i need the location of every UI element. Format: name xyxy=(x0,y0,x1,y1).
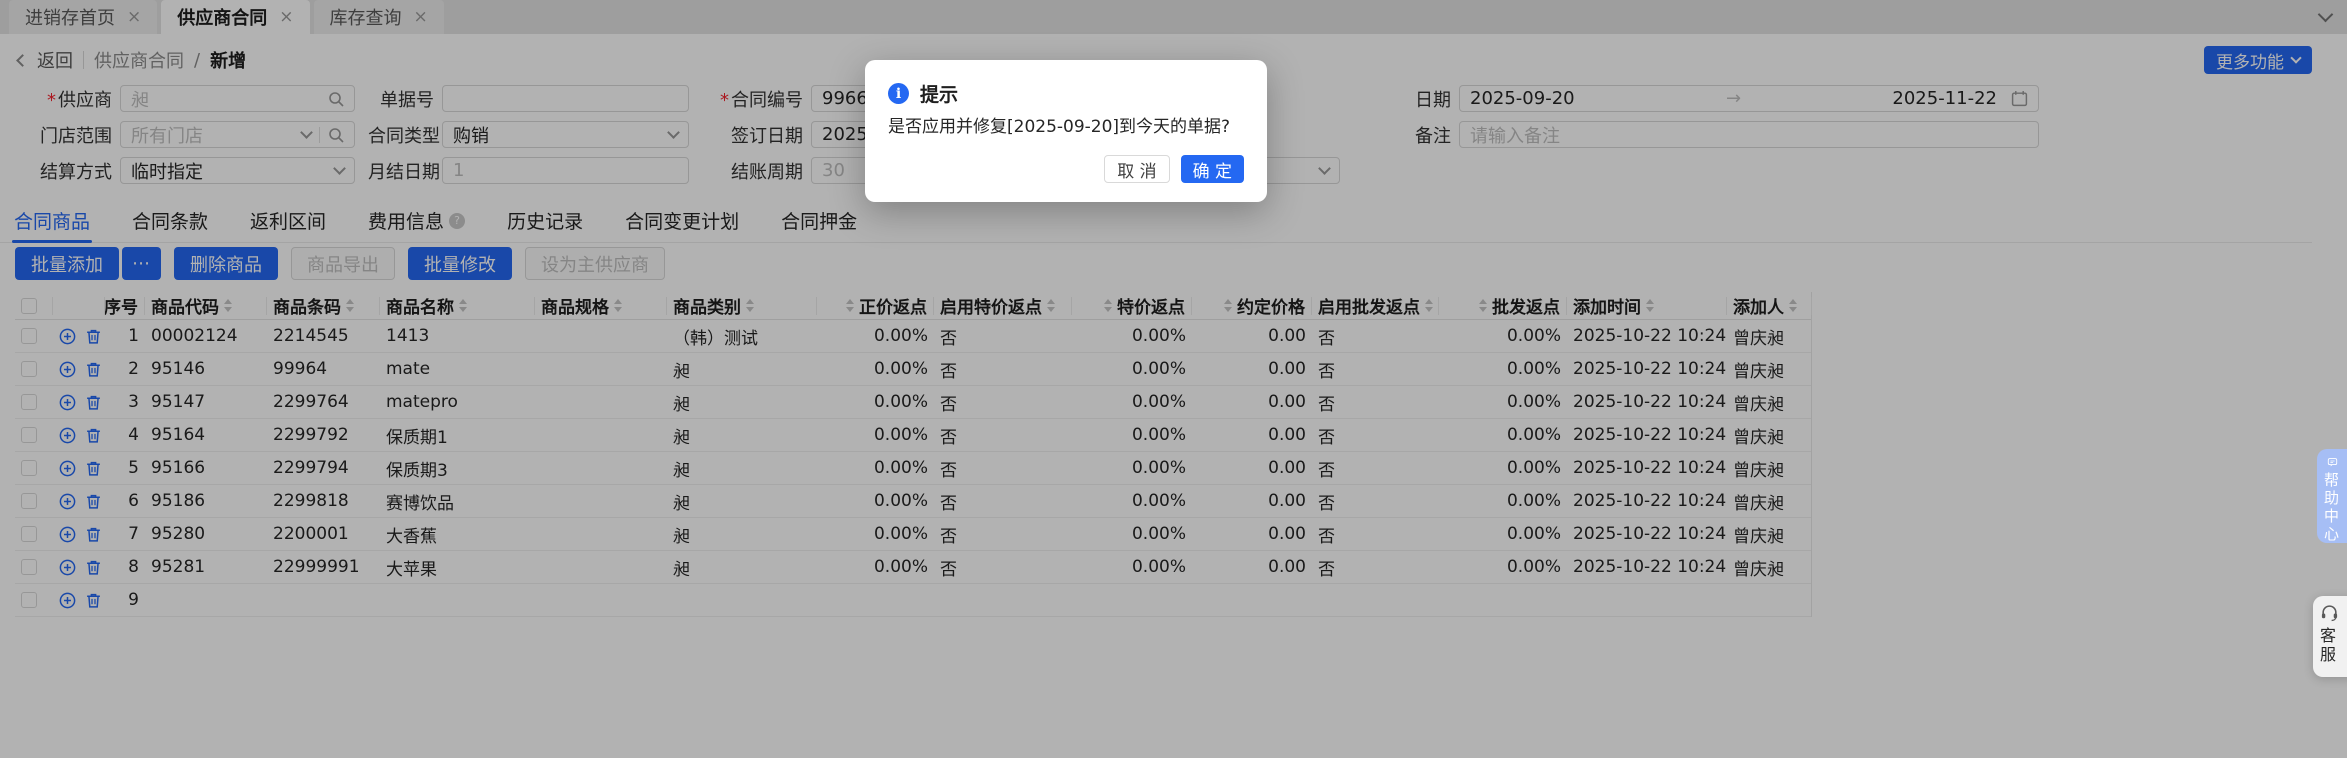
dialog-header: i 提示 xyxy=(888,80,958,107)
headset-icon xyxy=(2321,605,2338,622)
customer-service-fab[interactable]: 客服 xyxy=(2313,596,2347,677)
dialog-buttons: 取 消 确 定 xyxy=(1104,155,1244,183)
chat-bubble-icon xyxy=(2327,458,2338,467)
dialog-message: 是否应用并修复[2025-09-20]到今天的单据? xyxy=(888,117,1231,137)
cancel-button[interactable]: 取 消 xyxy=(1104,155,1170,183)
info-icon: i xyxy=(888,83,909,104)
confirm-button[interactable]: 确 定 xyxy=(1180,155,1244,183)
app-screen: 进销存首页 × 供应商合同 × 库存查询 × 返回 供应商合同 / 新增 更多功… xyxy=(0,0,2347,758)
confirm-dialog: i 提示 是否应用并修复[2025-09-20]到今天的单据? 取 消 确 定 xyxy=(865,60,1267,202)
help-center-label: 帮助中心 xyxy=(2324,471,2340,543)
dialog-title: 提示 xyxy=(920,84,959,106)
customer-service-label: 客服 xyxy=(2320,626,2337,664)
help-center-fab[interactable]: 帮助中心 xyxy=(2317,449,2347,543)
